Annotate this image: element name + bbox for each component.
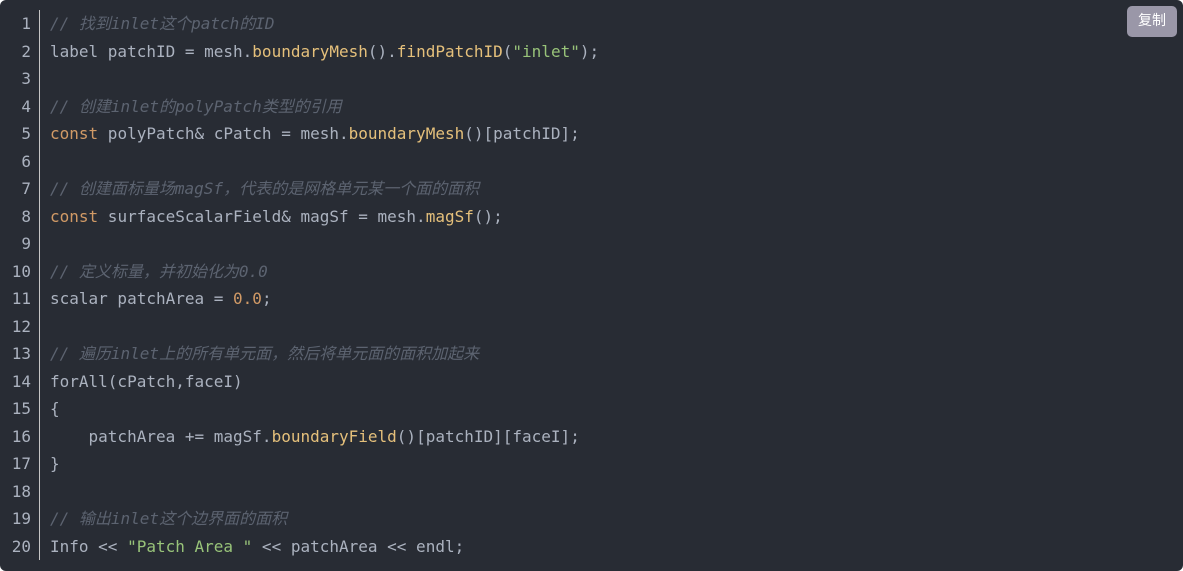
token-plain: Info << — [50, 536, 128, 556]
token-plain: scalar patchArea = — [50, 289, 234, 308]
token-plain: ( — [502, 41, 513, 61]
token-func: boundaryMesh — [348, 124, 465, 143]
token-plain: (); — [473, 206, 503, 226]
line-number: 9 — [21, 234, 31, 253]
code-line: { — [50, 395, 599, 423]
code-lines[interactable]: // 找到inlet这个patch的ID label patchID = mesh… — [40, 10, 599, 560]
line-number: 18 — [11, 481, 31, 501]
code-line: // 定义标量，并初始化为0.0 — [50, 258, 599, 286]
line-number: 17 — [11, 454, 31, 473]
token-keyword: const — [50, 206, 99, 226]
token-comment: // 创建面标量场magSf，代表的是网格单元某一个面的面积 — [50, 179, 480, 198]
token-plain: label patchID = mesh. — [50, 41, 253, 61]
line-number: 1 — [21, 14, 31, 33]
copy-button[interactable]: 复制 — [1127, 6, 1177, 37]
line-number: 4 — [21, 96, 31, 116]
code-line: // 创建面标量场magSf，代表的是网格单元某一个面的面积 — [50, 175, 599, 203]
code-line: // 遍历inlet上的所有单元面，然后将单元面的面积加起来 — [50, 340, 599, 368]
code-line: // 找到inlet这个patch的ID — [50, 10, 599, 38]
code-line: patchArea += magSf.boundaryField()[patch… — [50, 423, 599, 451]
line-number: 8 — [21, 206, 31, 226]
token-plain: surfaceScalarField& magSf = mesh. — [98, 206, 426, 226]
code-line: ​ — [50, 230, 599, 258]
line-number: 20 — [11, 536, 31, 556]
token-plain: ()[patchID][faceI]; — [396, 426, 580, 446]
token-func: boundaryField — [271, 426, 397, 446]
code-line: const surfaceScalarField& magSf = mesh.m… — [50, 203, 599, 231]
code-line: // 创建inlet的polyPatch类型的引用 — [50, 93, 599, 121]
line-number: 6 — [21, 151, 31, 171]
token-plain: ; — [261, 289, 272, 308]
token-plain: (). — [367, 41, 397, 61]
token-string: "inlet" — [512, 41, 580, 61]
token-plain: ); — [579, 41, 600, 61]
token-comment: // 定义标量，并初始化为0.0 — [50, 261, 268, 281]
token-func: boundaryMesh — [252, 41, 368, 61]
line-number: 2 — [21, 41, 31, 61]
line-number: 7 — [21, 179, 31, 198]
code-line: ​ — [50, 313, 599, 341]
line-number: 3 — [21, 69, 31, 88]
token-func: findPatchID — [396, 41, 503, 61]
token-comment: // 遍历inlet上的所有单元面，然后将单元面的面积加起来 — [50, 344, 480, 363]
code-line: ​ — [50, 65, 599, 93]
token-plain: patchArea += magSf. — [50, 426, 272, 446]
line-number: 5 — [21, 124, 31, 143]
token-comment: // 找到inlet这个patch的ID — [50, 14, 275, 33]
token-number: 0.0 — [233, 289, 262, 308]
token-plain: polyPatch& cPatch = mesh. — [98, 124, 349, 143]
line-number-gutter: 1 2 3 4 5 6 7 8 9 10 11 12 13 14 15 16 17 18 19 20 — [0, 10, 40, 560]
token-keyword: const — [50, 124, 99, 143]
token-string: "Patch Area " — [127, 536, 253, 556]
token-comment: // 创建inlet的polyPatch类型的引用 — [50, 96, 342, 116]
code-line: Info << "Patch Area " << patchArea << en… — [50, 533, 599, 561]
token-plain: { — [50, 399, 60, 418]
code-block: 1 2 3 4 5 6 7 8 9 10 11 12 13 14 15 16 17 18 19 20 // 找到inl… — [0, 0, 1183, 571]
code-line: } — [50, 450, 599, 478]
code-line: label patchID = mesh.boundaryMesh().find… — [50, 38, 599, 66]
token-comment: // 输出inlet这个边界面的面积 — [50, 509, 288, 528]
token-func: magSf — [425, 206, 474, 226]
line-number: 12 — [11, 316, 31, 336]
line-number: 13 — [11, 344, 31, 363]
line-number: 10 — [11, 261, 31, 281]
line-number: 15 — [11, 399, 31, 418]
line-number: 19 — [11, 509, 31, 528]
line-number: 11 — [11, 289, 31, 308]
line-number: 16 — [11, 426, 31, 446]
code-line: forAll(cPatch,faceI) — [50, 368, 599, 396]
code-line: ​ — [50, 478, 599, 506]
code-line: scalar patchArea = 0.0; — [50, 285, 599, 313]
code-line: // 输出inlet这个边界面的面积 — [50, 505, 599, 533]
code-line: const polyPatch& cPatch = mesh.boundaryM… — [50, 120, 599, 148]
token-plain: << patchArea << endl; — [252, 536, 465, 556]
code-area: 1 2 3 4 5 6 7 8 9 10 11 12 13 14 15 16 17 18 19 20 // 找到inl… — [0, 10, 599, 560]
token-plain: forAll(cPatch,faceI) — [50, 371, 243, 391]
token-plain: ()[patchID]; — [464, 124, 580, 143]
token-plain: } — [50, 454, 60, 473]
line-number: 14 — [11, 371, 31, 391]
code-line: ​ — [50, 148, 599, 176]
